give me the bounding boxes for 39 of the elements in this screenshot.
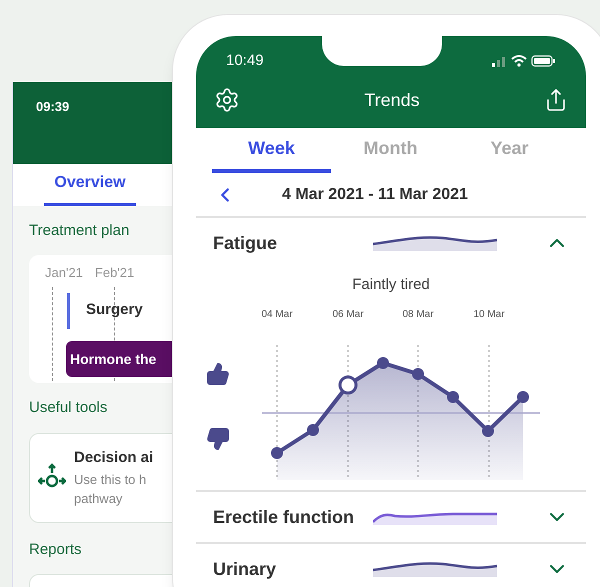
screen-title: Trends (364, 88, 420, 112)
wifi-icon (511, 55, 527, 67)
month-label: Feb'21 (94, 264, 134, 282)
section-heading: Useful tools (29, 398, 108, 418)
date-label: 04 Mar (261, 309, 293, 320)
section-title[interactable]: Fatigue (213, 230, 373, 256)
signal-icon (492, 57, 505, 68)
section-title[interactable]: Urinary (213, 556, 373, 582)
section-heading: Reports (29, 540, 83, 560)
chart-caption: Faintly tired (351, 275, 431, 295)
date-range: 4 Mar 2021 - 11 Mar 2021 (282, 184, 468, 204)
card-title: Decision ai (74, 448, 154, 468)
data-point (377, 357, 389, 369)
data-point (307, 424, 319, 436)
event-bar: Hormone the (66, 340, 174, 376)
event-label: Surgery (86, 300, 143, 320)
status-time: 10:49 (226, 51, 264, 71)
event-marker (67, 292, 70, 328)
selected-point (338, 376, 358, 394)
data-point (482, 425, 494, 437)
settings-icon[interactable] (214, 87, 240, 113)
month-label: Jan'21 (45, 264, 83, 282)
tab[interactable]: Week (212, 128, 331, 173)
battery-icon (531, 56, 555, 67)
card-description: pathway (74, 490, 124, 508)
date-label: 10 Mar (473, 309, 505, 320)
card-description: Use this to h (74, 470, 148, 489)
data-point (517, 391, 529, 403)
data-point (447, 391, 459, 403)
date-label: 06 Mar (332, 309, 364, 320)
section-heading: Treatment plan (29, 221, 130, 241)
tool-card[interactable]: Decision ai Use this to h pathway (29, 433, 174, 523)
thumbs-down-icon (206, 427, 230, 451)
section-title[interactable]: Erectile function (213, 504, 373, 530)
data-point (271, 447, 283, 459)
status-time: 09:39 (36, 99, 70, 114)
thumbs-up-icon (206, 362, 230, 386)
date-label: 08 Mar (402, 309, 434, 320)
data-point (412, 368, 424, 380)
